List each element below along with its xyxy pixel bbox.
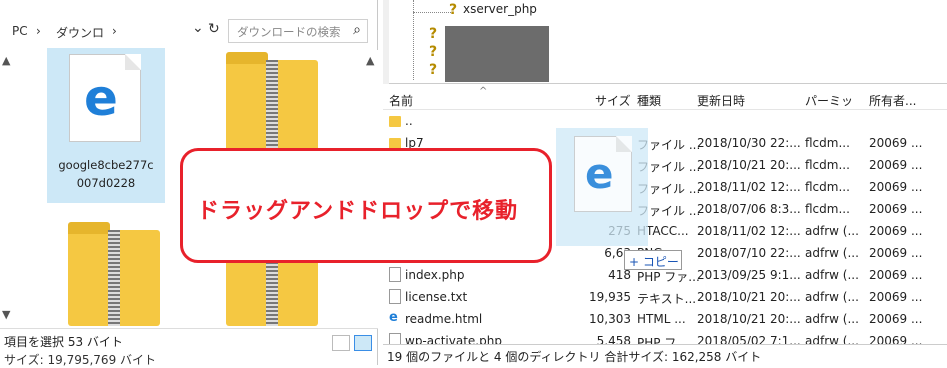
cell-modified: 2018/10/30 22:...: [697, 136, 801, 150]
unknown-folder-icon: ?: [429, 44, 438, 60]
cell-modified: 2018/10/21 20:...: [697, 312, 801, 326]
breadcrumb-downloads[interactable]: ダウンロ: [56, 24, 104, 41]
cell-size: 5,458: [596, 334, 631, 344]
cell-type: HTML ...: [637, 312, 686, 326]
scroll-up-icon[interactable]: ▲: [366, 54, 374, 67]
explorer-status-bar: 項目を選択 53 バイト サイズ: 19,795,769 バイト: [0, 328, 378, 367]
ftp-status-bar: 19 個のファイルと 4 個のディレクトリ 合計サイズ: 162,258 バイト: [383, 344, 947, 365]
breadcrumb-separator[interactable]: ›: [36, 24, 41, 38]
cell-modified: 2018/05/02 7:1...: [697, 334, 801, 344]
cell-type: PHP フ...: [637, 336, 688, 344]
size-status: サイズ: 19,795,769 バイト: [4, 353, 157, 367]
file-tile[interactable]: e google8cbe277c 007d0228: [47, 48, 165, 203]
zip-folder-icon: [68, 222, 160, 326]
cell-size: 19,935: [589, 290, 631, 304]
cell-name: readme.html: [405, 312, 483, 326]
refresh-icon[interactable]: ↻: [208, 21, 220, 37]
cell-size: 10,303: [589, 312, 631, 326]
selection-status: 項目を選択 53 バイト: [4, 335, 123, 349]
cell-modified: 2018/11/02 12:...: [697, 180, 801, 194]
cell-perm: flcdm...: [805, 202, 850, 216]
breadcrumb-separator[interactable]: ›: [112, 24, 117, 38]
cell-modified: 2018/10/21 20:...: [697, 290, 801, 304]
large-icons-view-icon[interactable]: [354, 335, 372, 351]
cell-modified: 2018/11/02 12:...: [697, 224, 801, 238]
cell-owner: 20069 ...: [869, 290, 923, 304]
address-bar: PC › ダウンロ › ⌄ ↻ ダウンロードの検索 ⌕: [0, 14, 378, 48]
callout-text: ドラッグアンドドロップで移動: [197, 199, 519, 224]
folder-icon: [389, 116, 401, 127]
left-scrollbar[interactable]: ▲ ▼: [0, 50, 14, 328]
cell-owner: 20069 ...: [869, 202, 923, 216]
table-row[interactable]: license.txt 19,935 テキスト... 2018/10/21 20:..…: [383, 286, 947, 308]
table-row[interactable]: ..: [383, 110, 947, 132]
cell-owner: 20069 ...: [869, 180, 923, 194]
cell-owner: 20069 ...: [869, 246, 923, 260]
cell-perm: flcdm...: [805, 158, 850, 172]
cell-name: wp-activate.php: [405, 334, 502, 344]
cell-perm: adfrw (...: [805, 224, 859, 238]
redacted-area: [445, 26, 549, 82]
chevron-down-icon[interactable]: ⌄: [192, 20, 204, 36]
sort-up-icon: ^: [479, 86, 488, 97]
breadcrumb-pc[interactable]: PC: [12, 24, 28, 38]
search-placeholder: ダウンロードの検索: [237, 25, 341, 39]
cell-perm: adfrw (...: [805, 312, 859, 326]
cell-perm: adfrw (...: [805, 290, 859, 304]
drag-drop-callout: ドラッグアンドドロップで移動: [180, 148, 552, 263]
unknown-folder-icon: ?: [429, 26, 438, 42]
cell-owner: 20069 ...: [869, 312, 923, 326]
cell-type: テキスト...: [637, 292, 697, 306]
tree-node-label[interactable]: xserver_php: [463, 2, 537, 16]
cell-modified: 2018/10/21 20:...: [697, 158, 801, 172]
cell-perm: adfrw (...: [805, 334, 859, 344]
edge-document-icon: e: [574, 136, 632, 212]
search-input[interactable]: ダウンロードの検索 ⌕: [228, 19, 368, 43]
search-icon[interactable]: ⌕: [353, 22, 361, 38]
copy-tooltip-text: + コピー: [629, 255, 679, 269]
file-tile[interactable]: [68, 222, 168, 326]
cell-size: 418: [608, 268, 631, 282]
cell-perm: flcdm...: [805, 136, 850, 150]
file-name: google8cbe277c 007d0228: [58, 158, 154, 190]
column-size[interactable]: サイズ: [595, 92, 631, 109]
table-row[interactable]: e readme.html 10,303 HTML ... 2018/10/21 20:…: [383, 308, 947, 330]
file-icon: [389, 333, 401, 344]
cell-owner: 20069 ...: [869, 158, 923, 172]
cell-modified: 2013/09/25 9:1...: [697, 268, 801, 282]
cell-perm: flcdm...: [805, 180, 850, 194]
unknown-folder-icon: ?: [429, 62, 438, 78]
unknown-folder-icon: ?: [449, 2, 458, 18]
cell-name: index.php: [405, 268, 465, 282]
ftp-status-text: 19 個のファイルと 4 個のディレクトリ 合計サイズ: 162,258 バイト: [387, 350, 762, 364]
details-view-icon[interactable]: [332, 335, 350, 351]
drag-ghost: e: [556, 128, 648, 246]
scroll-down-icon[interactable]: ▼: [2, 308, 10, 321]
file-icon: [389, 289, 401, 304]
cell-perm: adfrw (...: [805, 268, 859, 282]
file-icon: [389, 267, 401, 282]
edge-document-icon: e: [69, 54, 141, 142]
cell-modified: 2018/07/10 22:...: [697, 246, 801, 260]
column-owner[interactable]: 所有者...: [869, 92, 916, 109]
copy-tooltip: + コピー: [624, 250, 682, 270]
remote-directory-tree: ? xserver_php ? ? ?: [383, 0, 947, 84]
column-permissions[interactable]: パーミッ: [805, 92, 853, 109]
cell-owner: 20069 ...: [869, 136, 923, 150]
column-modified[interactable]: 更新日時: [697, 92, 745, 109]
cell-perm: adfrw (...: [805, 246, 859, 260]
file-list-header: 名前 ^ サイズ 種類 更新日時 パーミッ 所有者...: [383, 86, 947, 110]
column-type[interactable]: 種類: [637, 92, 661, 109]
column-name[interactable]: 名前: [389, 92, 413, 109]
cell-name: ..: [405, 114, 413, 128]
cell-modified: 2018/07/06 8:3...: [697, 202, 801, 216]
cell-owner: 20069 ...: [869, 268, 923, 282]
edge-file-icon: e: [389, 310, 398, 325]
table-row[interactable]: wp-activate.php 5,458 PHP フ... 2018/05/02 7…: [383, 330, 947, 344]
scroll-up-icon[interactable]: ▲: [2, 54, 10, 67]
cell-owner: 20069 ...: [869, 334, 923, 344]
cell-name: license.txt: [405, 290, 468, 304]
cell-owner: 20069 ...: [869, 224, 923, 238]
cell-type: PHP ファ...: [637, 270, 700, 284]
